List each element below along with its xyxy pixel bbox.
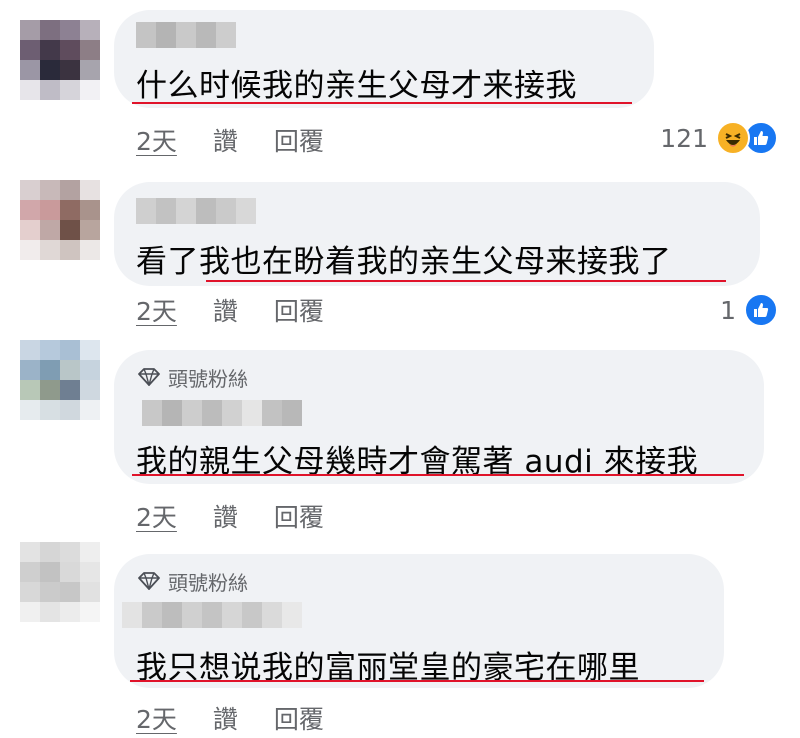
comment-bubble: 什么时候我的亲生父母才来接我 <box>114 10 654 108</box>
diamond-icon <box>138 368 160 386</box>
avatar[interactable] <box>20 180 100 260</box>
badge-label: 頭號粉絲 <box>168 366 248 391</box>
comment-bubble: 頭號粉絲 我的親生父母幾時才會駕著 audi 來接我 <box>114 350 764 484</box>
author-name-blurred[interactable] <box>122 602 302 628</box>
badge-label: 頭號粉絲 <box>168 570 248 595</box>
comment-actions: 2天 讚 回覆 <box>136 700 324 736</box>
comment-bubble: 頭號粉絲 我只想说我的富丽堂皇的豪宅在哪里 <box>114 554 724 688</box>
top-fan-badge: 頭號粉絲 <box>138 568 248 595</box>
haha-icon <box>716 121 750 155</box>
red-underline <box>132 474 744 476</box>
like-button[interactable]: 讚 <box>213 292 238 328</box>
like-button[interactable]: 讚 <box>213 498 238 534</box>
like-button[interactable]: 讚 <box>213 700 238 736</box>
comment-actions: 2天 讚 回覆 <box>136 498 324 534</box>
reply-button[interactable]: 回覆 <box>274 122 324 158</box>
comment-actions: 2天 讚 回覆 <box>136 292 324 328</box>
timestamp-link[interactable]: 2天 <box>136 122 177 158</box>
avatar[interactable] <box>20 542 100 622</box>
comment-text: 什么时候我的亲生父母才来接我 <box>136 68 577 104</box>
timestamp-link[interactable]: 2天 <box>136 292 177 328</box>
author-name-blurred[interactable] <box>142 400 302 426</box>
reply-button[interactable]: 回覆 <box>274 700 324 736</box>
avatar[interactable] <box>20 20 100 100</box>
timestamp-link[interactable]: 2天 <box>136 498 177 534</box>
red-underline <box>206 280 726 282</box>
like-button[interactable]: 讚 <box>213 122 238 158</box>
author-name-blurred[interactable] <box>136 22 236 48</box>
red-underline <box>132 102 632 104</box>
reply-button[interactable]: 回覆 <box>274 498 324 534</box>
reaction-summary[interactable]: 1 <box>720 292 778 328</box>
author-name-blurred[interactable] <box>136 198 256 224</box>
top-fan-badge: 頭號粉絲 <box>138 364 248 391</box>
like-icon <box>744 293 778 327</box>
comment-actions: 2天 讚 回覆 <box>136 122 324 158</box>
reaction-count: 1 <box>720 295 736 325</box>
timestamp-link[interactable]: 2天 <box>136 700 177 736</box>
red-underline <box>130 680 704 682</box>
comment-text: 看了我也在盼着我的亲生父母来接我了 <box>136 244 672 280</box>
reaction-summary[interactable]: 121 <box>660 120 778 156</box>
avatar[interactable] <box>20 340 100 420</box>
reaction-count: 121 <box>660 123 708 153</box>
reply-button[interactable]: 回覆 <box>274 292 324 328</box>
comment-bubble: 看了我也在盼着我的亲生父母来接我了 <box>114 182 760 286</box>
diamond-icon <box>138 572 160 590</box>
